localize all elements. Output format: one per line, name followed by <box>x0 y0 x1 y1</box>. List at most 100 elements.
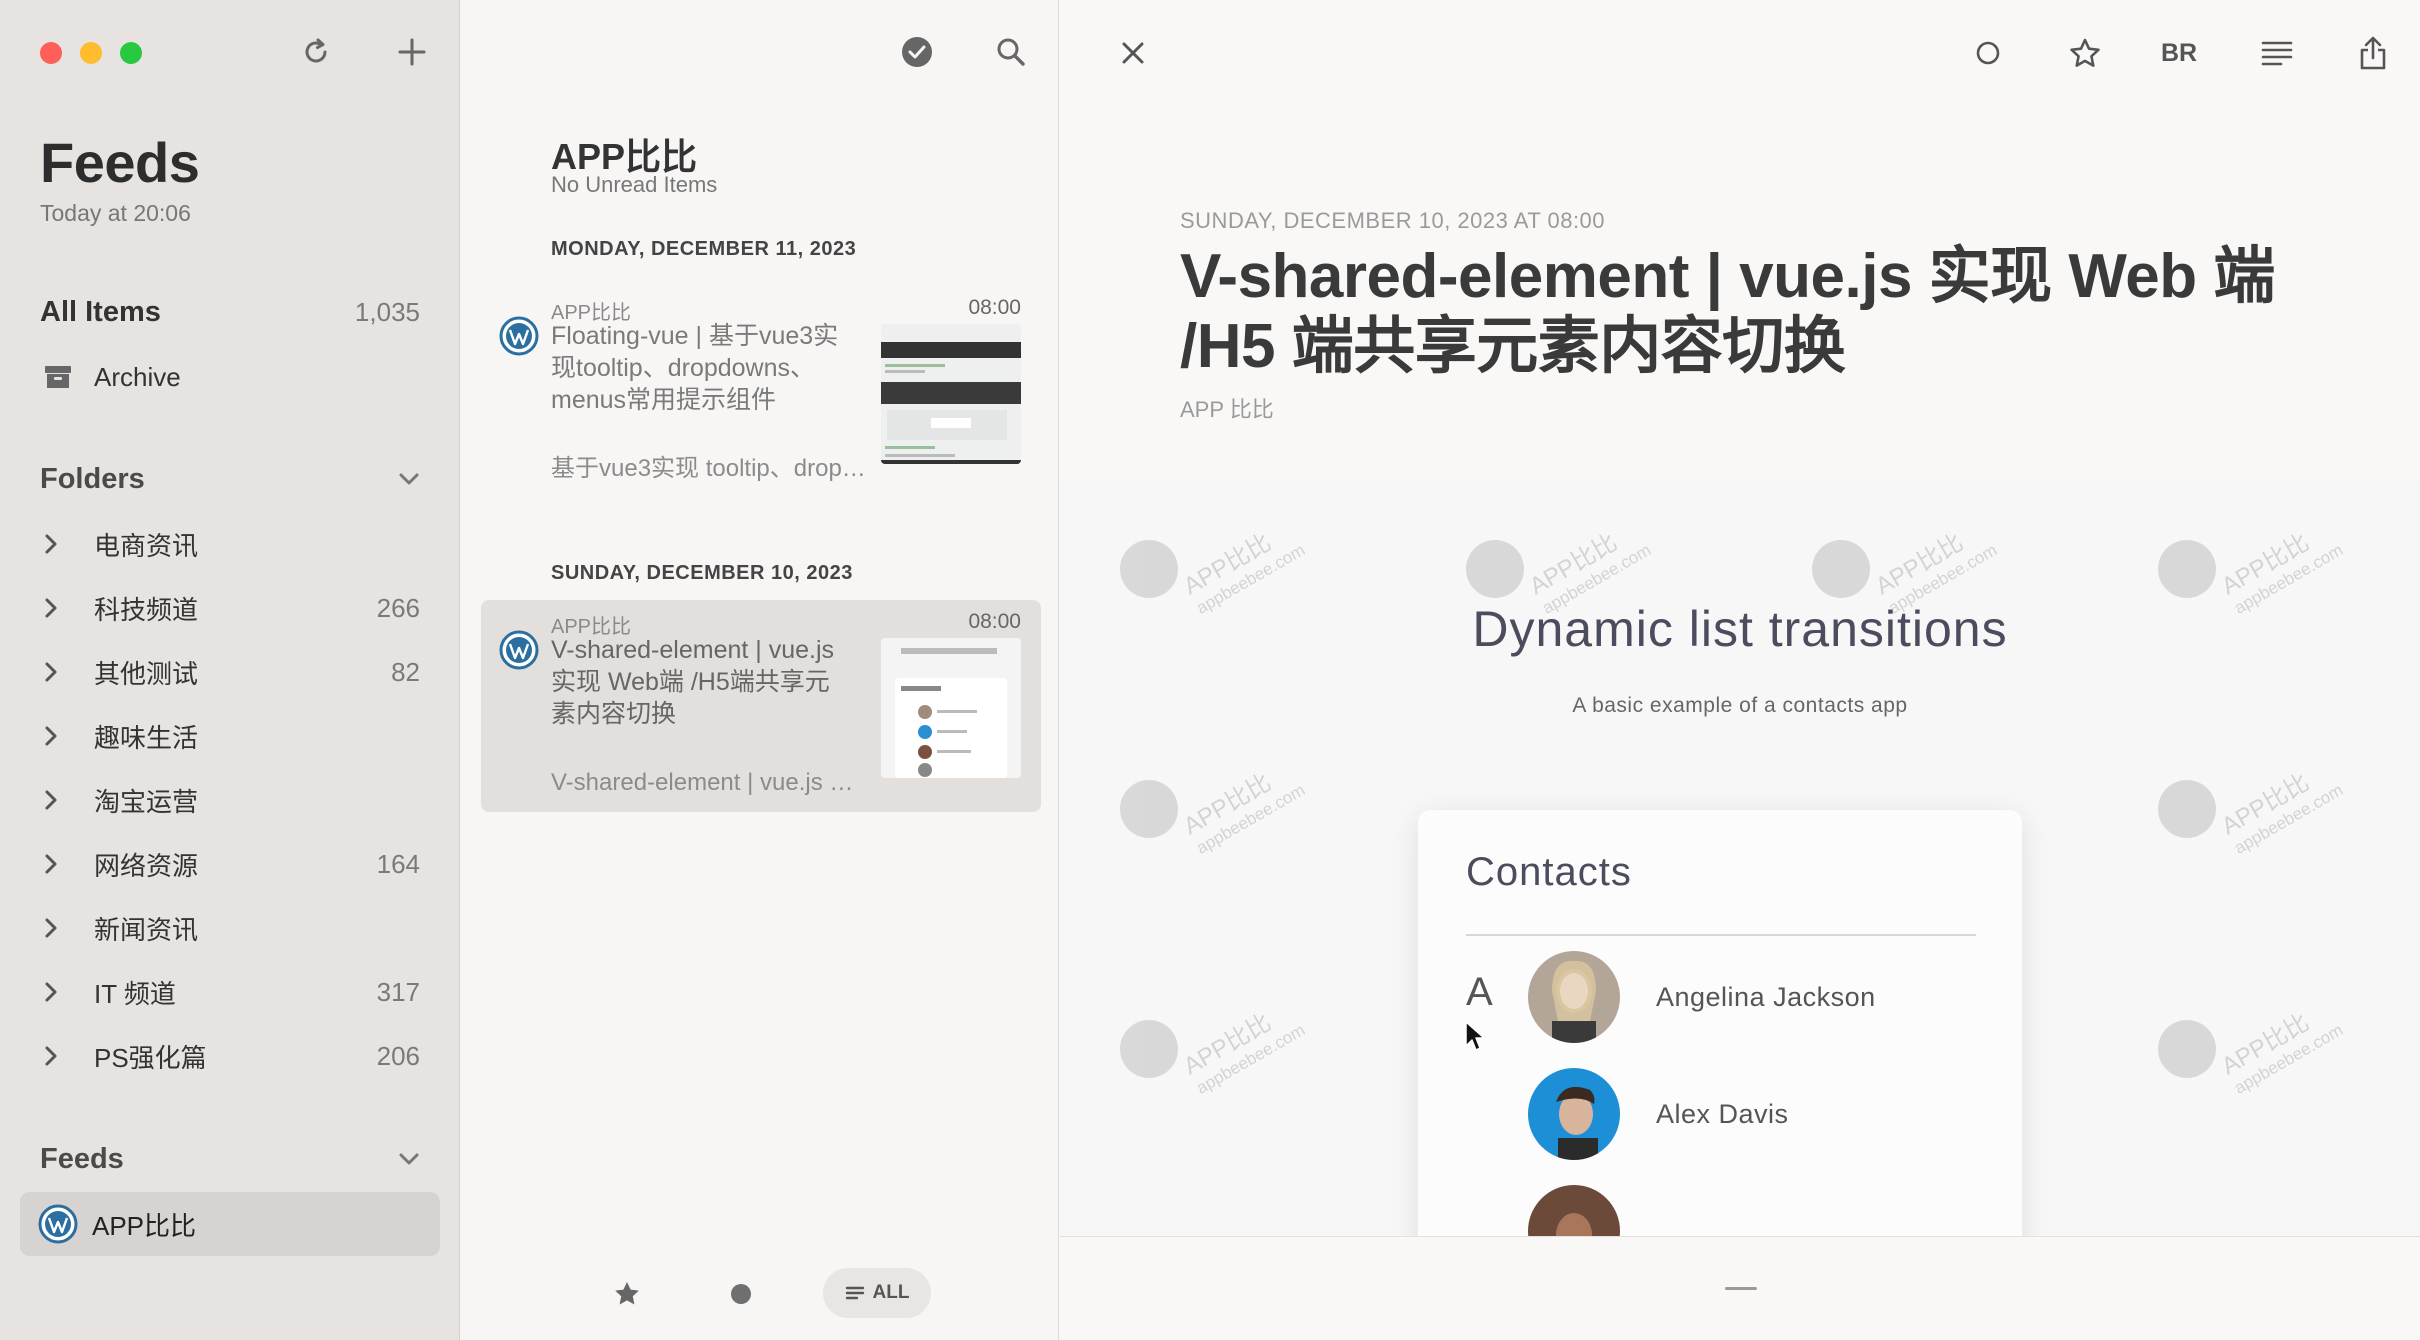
search-button[interactable] <box>987 28 1035 76</box>
search-icon <box>997 38 1025 66</box>
contact-row <box>1528 1184 1978 1236</box>
sidebar-updated-time: Today at 20:06 <box>40 200 191 226</box>
sidebar-folder[interactable]: 淘宝运营 <box>44 770 420 830</box>
wordpress-icon <box>499 316 539 356</box>
sidebar-folder[interactable]: IT 频道 317 <box>44 962 420 1022</box>
checkmark-circle-icon <box>902 37 932 67</box>
sidebar-folder[interactable]: 其他测试 82 <box>44 642 420 702</box>
article-thumbnail <box>881 324 1021 464</box>
watermark: APP比比 appbeebee.com <box>1120 529 1308 618</box>
chevron-right-icon[interactable] <box>44 917 74 939</box>
text-lines-icon <box>2261 41 2293 66</box>
sidebar-folder[interactable]: 新闻资讯 <box>44 898 420 958</box>
article-source: APP 比比 <box>1180 397 1274 422</box>
close-article-button[interactable] <box>1108 28 1158 78</box>
chevron-down-icon <box>399 1153 419 1165</box>
folder-label: 其他测试 <box>94 658 199 689</box>
star-article-button[interactable] <box>2060 28 2110 78</box>
folder-label: 网络资源 <box>94 850 199 881</box>
watermark: APP比比 appbeebee.com <box>1466 529 1654 618</box>
folder-label: 电商资讯 <box>94 530 199 561</box>
sidebar-folder[interactable]: 电商资讯 <box>44 514 420 574</box>
watermark: APP比比 appbeebee.com <box>1812 529 2000 618</box>
add-feed-button[interactable] <box>388 28 436 76</box>
folder-count: 164 <box>376 848 420 879</box>
sidebar-folder[interactable]: 科技频道 266 <box>44 578 420 638</box>
sidebar-folder[interactable]: 网络资源 164 <box>44 834 420 894</box>
chevron-right-icon[interactable] <box>44 533 74 555</box>
share-icon <box>2360 36 2386 70</box>
article-thumbnail <box>881 638 1021 778</box>
share-button[interactable] <box>2348 28 2398 78</box>
star-icon <box>2070 38 2100 67</box>
watermark: APP比比 appbeebee.com <box>1120 1009 1308 1098</box>
reader-view-button[interactable]: BR <box>2154 28 2204 78</box>
reader-text-button[interactable] <box>2252 28 2302 78</box>
article-item[interactable]: APP比比 08:00 Floating-vue | 基于vue3实现toolt… <box>481 286 1041 498</box>
star-filter-icon[interactable] <box>613 1280 641 1308</box>
all-items-label: All Items <box>40 295 161 328</box>
sidebar: Feeds Today at 20:06 All Items 1,035 Arc… <box>0 0 460 1340</box>
watermark: APP比比 appbeebee.com <box>2158 1009 2346 1098</box>
article-summary: V-shared-element | vue.js 实现 Web端 <box>551 769 871 796</box>
article-item-selected[interactable]: APP比比 08:00 V-shared-element | vue.js 实现… <box>481 600 1041 812</box>
unread-filter-icon[interactable] <box>731 1284 751 1304</box>
feeds-header-label: Feeds <box>40 1142 124 1175</box>
list-filter-bar: ALL <box>461 1250 1059 1340</box>
folder-label: IT 频道 <box>94 978 176 1009</box>
chevron-right-icon[interactable] <box>44 789 74 811</box>
article-heading: V-shared-element | vue.js 实现 Web 端 /H5 端… <box>1180 242 2275 381</box>
article-time: 08:00 <box>968 610 1021 633</box>
minus-icon[interactable] <box>1725 1287 1757 1290</box>
divider <box>1466 934 1976 936</box>
window-minimize-button[interactable] <box>80 42 102 64</box>
feed-label: APP比比 <box>92 1210 197 1241</box>
refresh-button[interactable] <box>292 28 340 76</box>
article-title: Floating-vue | 基于vue3实现tooltip、dropdowns… <box>551 322 839 414</box>
reader-pane: BR SUNDAY, DECEMBER 10, 2023 AT 08:00 V-… <box>1060 0 2420 1340</box>
avatar <box>1528 1185 1620 1236</box>
mark-unread-button[interactable] <box>1963 28 2013 78</box>
chevron-right-icon[interactable] <box>44 853 74 875</box>
chevron-right-icon[interactable] <box>44 725 74 747</box>
article-date: SUNDAY, DECEMBER 10, 2023 AT 08:00 <box>1180 208 1606 233</box>
archive-label: Archive <box>94 361 181 392</box>
hero-subtitle: A basic example of a contacts app <box>1572 694 1908 717</box>
archive-box-icon <box>44 365 72 389</box>
filter-all-button[interactable]: ALL <box>823 1268 931 1318</box>
wordpress-icon <box>499 630 539 670</box>
chevron-right-icon[interactable] <box>44 597 74 619</box>
sidebar-folder[interactable]: PS强化篇 206 <box>44 1026 420 1086</box>
sidebar-item-all-items[interactable]: All Items 1,035 <box>40 282 420 342</box>
watermark: APP比比 appbeebee.com <box>1120 769 1308 858</box>
folder-label: PS强化篇 <box>94 1042 207 1073</box>
folders-section-header[interactable]: Folders <box>40 454 420 504</box>
filter-all-label: ALL <box>872 1282 910 1303</box>
article-summary: 基于vue3实现 tooltip、dropdowns、menus常用提示组件 <box>551 455 871 482</box>
wordpress-icon <box>38 1204 78 1244</box>
folder-count: 266 <box>376 592 420 623</box>
chevron-right-icon[interactable] <box>44 661 74 683</box>
reader-bottom-bar <box>1060 1236 2420 1340</box>
sidebar-title: Feeds <box>40 131 200 194</box>
hero-title: Dynamic list transitions <box>1472 601 2008 657</box>
mark-all-read-button[interactable] <box>893 28 941 76</box>
mouse-cursor-icon <box>1465 1021 1485 1051</box>
folder-label: 新闻资讯 <box>94 914 199 945</box>
window-zoom-button[interactable] <box>120 42 142 64</box>
feeds-section-header[interactable]: Feeds <box>40 1134 420 1184</box>
chevron-right-icon[interactable] <box>44 1045 74 1067</box>
window-close-button[interactable] <box>40 42 62 64</box>
folder-label: 趣味生活 <box>94 722 199 753</box>
sidebar-feed-app-bibi[interactable]: APP比比 <box>20 1192 440 1256</box>
watermark: APP比比 appbeebee.com <box>2158 529 2346 618</box>
folder-count: 206 <box>376 1040 420 1071</box>
close-icon <box>1122 42 1144 64</box>
sidebar-folder[interactable]: 趣味生活 <box>44 706 420 766</box>
chevron-right-icon[interactable] <box>44 981 74 1003</box>
folders-header-label: Folders <box>40 462 145 495</box>
text-lines-icon <box>845 1286 864 1300</box>
sidebar-item-archive[interactable]: Archive <box>44 347 420 407</box>
contact-name: Angelina Jackson <box>1656 981 1876 1012</box>
avatar <box>1528 951 1620 1043</box>
